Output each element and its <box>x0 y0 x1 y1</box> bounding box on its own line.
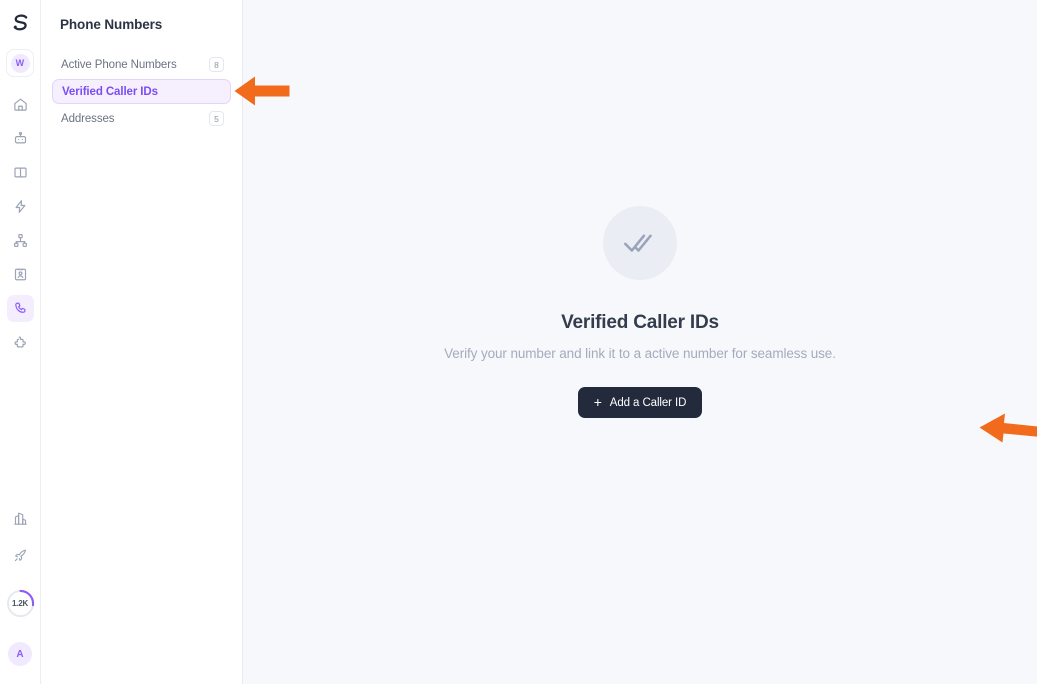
status-badge: 5 <box>209 111 224 126</box>
sidebar-item-phone-numbers[interactable] <box>6 295 34 322</box>
building-icon <box>13 512 27 525</box>
puzzle-icon <box>14 336 26 348</box>
workspace-switcher[interactable]: W <box>6 49 34 77</box>
secondary-sidebar: Phone Numbers Active Phone Numbers 8 Ver… <box>41 0 243 684</box>
home-icon <box>13 98 27 111</box>
add-caller-id-button[interactable]: + Add a Caller ID <box>577 387 703 418</box>
page-title: Phone Numbers <box>60 17 163 32</box>
app-logo[interactable] <box>0 4 41 40</box>
sidebar-nav-list: Active Phone Numbers 8 Verified Caller I… <box>52 52 231 131</box>
sidebar-item-label: Verified Caller IDs <box>62 85 158 98</box>
book-icon <box>13 167 27 178</box>
logo-s-icon <box>13 13 27 30</box>
rail-nav <box>6 91 34 356</box>
add-caller-id-button-label: Add a Caller ID <box>609 396 687 409</box>
empty-state: Verified Caller IDs Verify your number a… <box>243 206 1037 418</box>
contact-card-icon <box>14 268 26 281</box>
bot-icon <box>14 131 26 144</box>
workspace-avatar: W <box>10 53 30 73</box>
sidebar-item-addresses[interactable]: Addresses 5 <box>52 106 231 131</box>
main-content: Verified Caller IDs Verify your number a… <box>243 0 1037 684</box>
sidebar-item-knowledge[interactable] <box>7 159 34 186</box>
usage-ring[interactable]: 1.2K <box>6 589 35 618</box>
sidebar-item-actions[interactable] <box>7 193 34 220</box>
sidebar-item-agents[interactable] <box>7 125 34 152</box>
empty-state-icon-circle <box>603 206 677 280</box>
phone-icon <box>14 302 25 313</box>
sidebar-item-upgrade[interactable] <box>7 542 34 569</box>
sidebar-item-workflows[interactable] <box>7 227 34 254</box>
sidebar-item-contacts[interactable] <box>7 261 34 288</box>
usage-ring-label: 1.2K <box>11 599 29 608</box>
rail-bottom-section: 1.2K A <box>6 505 35 684</box>
sidebar-item-label: Addresses <box>61 112 115 125</box>
sidebar-item-active-phone-numbers[interactable]: Active Phone Numbers 8 <box>52 52 231 77</box>
bolt-icon <box>15 200 25 213</box>
user-avatar[interactable]: A <box>8 642 32 666</box>
plus-icon: + <box>593 394 602 410</box>
double-check-icon <box>624 234 652 252</box>
empty-state-title: Verified Caller IDs <box>561 312 719 333</box>
empty-state-subtitle: Verify your number and link it to a acti… <box>444 346 836 361</box>
sidebar-item-home[interactable] <box>7 91 34 118</box>
rocket-icon <box>14 549 26 562</box>
primary-icon-rail: W 1.2K A <box>0 0 41 684</box>
workflow-icon <box>13 234 27 247</box>
status-badge: 8 <box>209 57 224 72</box>
app-root: W 1.2K A Phone Numbers Active Phone Numb… <box>0 0 1037 684</box>
sidebar-item-integrations[interactable] <box>7 329 34 356</box>
sidebar-item-verified-caller-ids[interactable]: Verified Caller IDs <box>52 79 231 104</box>
sidebar-item-organization[interactable] <box>7 505 34 532</box>
sidebar-item-label: Active Phone Numbers <box>61 58 177 71</box>
